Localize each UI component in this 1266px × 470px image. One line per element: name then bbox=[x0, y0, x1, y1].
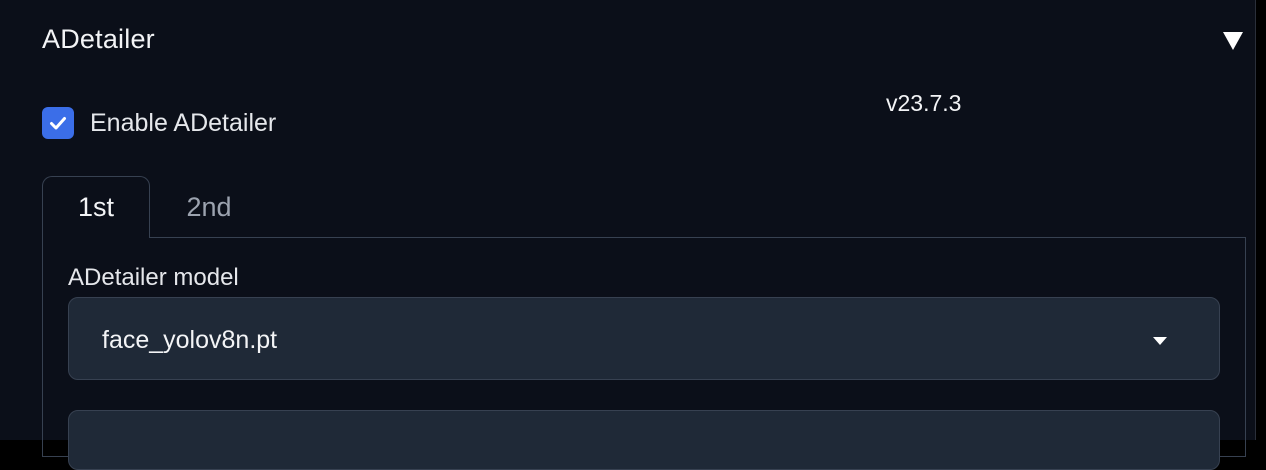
accordion-header[interactable]: ADetailer bbox=[0, 0, 1256, 84]
tab-1st[interactable]: 1st bbox=[42, 176, 150, 238]
enable-adetailer-checkbox[interactable]: Enable ADetailer bbox=[42, 106, 276, 140]
adetailer-panel: ADetailer Enable ADetailer v23.7.3 1st 2… bbox=[0, 0, 1256, 470]
checkmark-icon[interactable] bbox=[42, 107, 74, 139]
enable-adetailer-label: Enable ADetailer bbox=[90, 108, 277, 137]
adetailer-model-label: ADetailer model bbox=[68, 264, 239, 291]
chevron-down-icon[interactable] bbox=[1151, 334, 1169, 346]
version-label: v23.7.3 bbox=[886, 90, 962, 116]
triangle-down-icon[interactable] bbox=[1222, 30, 1244, 52]
tab-1st-label: 1st bbox=[77, 192, 115, 222]
adetailer-model-dropdown[interactable]: face_yolov8n.pt bbox=[68, 297, 1220, 380]
tab-2nd[interactable]: 2nd bbox=[154, 176, 264, 238]
adetailer-model-value: face_yolov8n.pt bbox=[102, 326, 278, 354]
tab-2nd-label: 2nd bbox=[186, 191, 232, 222]
next-dropdown[interactable] bbox=[68, 410, 1220, 470]
accordion-title: ADetailer bbox=[42, 24, 155, 54]
